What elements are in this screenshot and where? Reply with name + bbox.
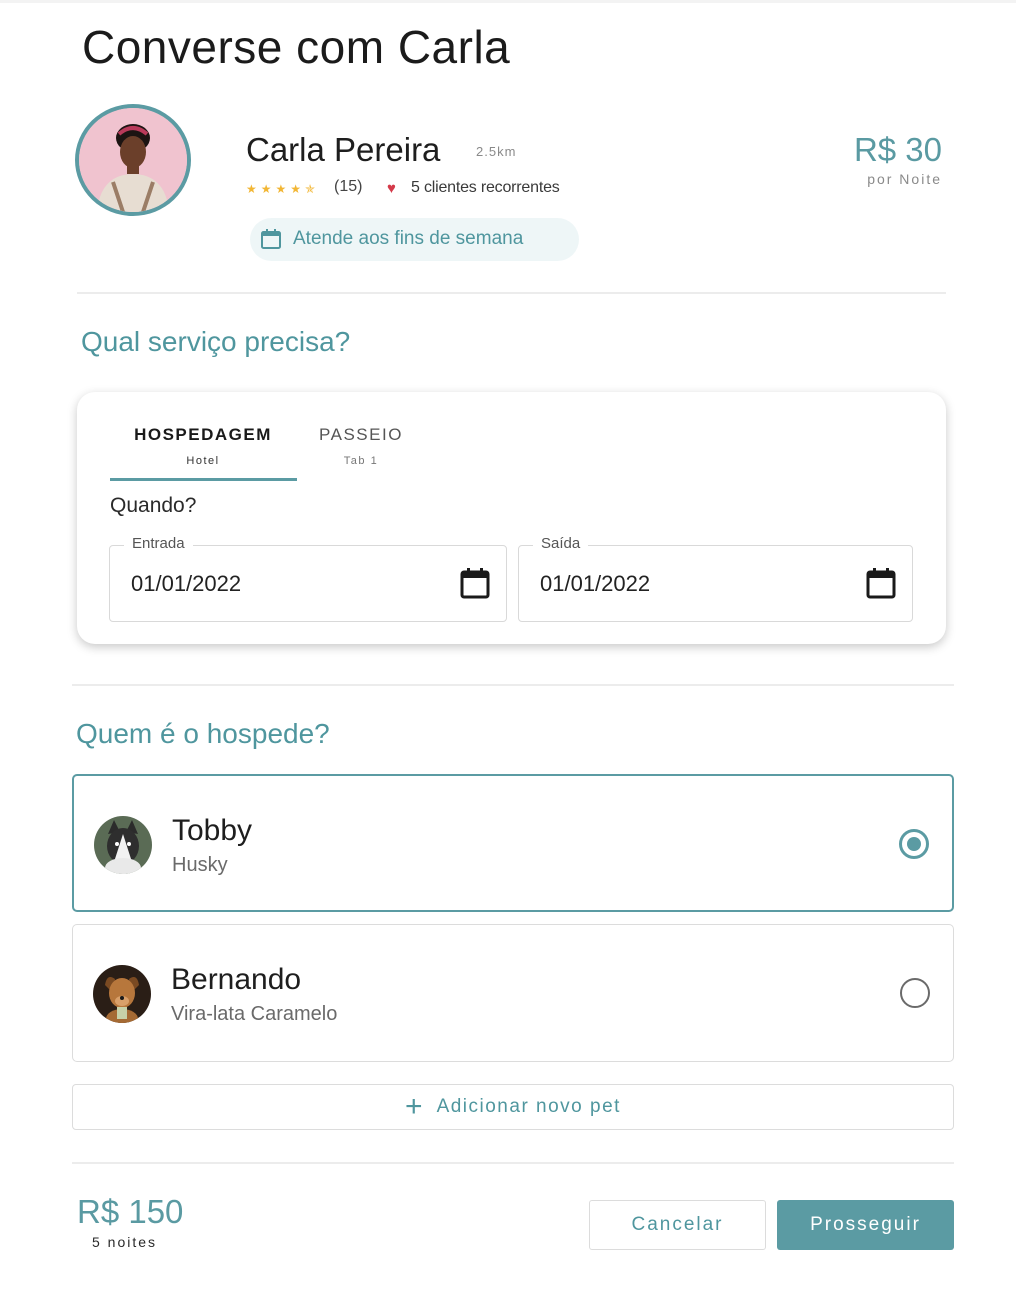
rating-stars-icon: ★★★★✯: [246, 182, 320, 196]
pet-option-bernando[interactable]: Bernando Vira-lata Caramelo: [72, 924, 954, 1062]
checkin-date-field[interactable]: Entrada 01/01/2022: [109, 535, 507, 622]
tab-passeio[interactable]: PASSEIO Tab 1: [307, 425, 415, 467]
sitter-avatar: [75, 104, 191, 216]
active-tab-indicator: [110, 478, 297, 481]
plus-icon: +: [405, 1090, 423, 1123]
pet-breed: Husky: [172, 854, 228, 876]
divider: [72, 1162, 954, 1164]
pet-breed: Vira-lata Caramelo: [171, 1003, 338, 1025]
heart-icon: ♥: [387, 180, 396, 197]
calendar-icon[interactable]: [460, 567, 490, 599]
pet-avatar: [93, 965, 151, 1023]
service-heading: Qual serviço precisa?: [81, 326, 351, 357]
pet-name: Tobby: [172, 814, 253, 847]
tab-sublabel: Tab 1: [343, 455, 379, 467]
review-count: (15): [334, 178, 363, 195]
sitter-distance: 2.5km: [476, 144, 517, 159]
tab-hospedagem[interactable]: HOSPEDAGEM Hotel: [110, 425, 296, 467]
tab-label: HOSPEDAGEM: [134, 425, 272, 444]
tab-label: PASSEIO: [319, 425, 403, 444]
pet-radio-selected[interactable]: [899, 829, 929, 859]
pet-avatar: [94, 816, 152, 874]
when-label: Quando?: [110, 494, 197, 517]
checkout-label: Saída: [533, 535, 589, 552]
pet-radio-unselected[interactable]: [900, 978, 930, 1008]
recurring-clients: 5 clientes recorrentes: [411, 179, 560, 196]
add-pet-label: Adicionar novo pet: [436, 1096, 621, 1117]
price-per-night: R$ 30: [853, 131, 942, 168]
add-pet-button[interactable]: + Adicionar novo pet: [72, 1084, 954, 1130]
cancel-button[interactable]: Cancelar: [589, 1200, 766, 1250]
tab-sublabel: Hotel: [186, 455, 220, 467]
checkout-value: 01/01/2022: [540, 571, 651, 596]
checkin-label: Entrada: [124, 535, 193, 552]
calendar-icon: [261, 229, 281, 249]
availability-label: Atende aos fins de semana: [293, 228, 524, 249]
sitter-name: Carla Pereira: [246, 131, 441, 168]
pet-option-tobby[interactable]: Tobby Husky: [72, 774, 954, 912]
checkin-value: 01/01/2022: [131, 571, 242, 596]
divider: [77, 292, 946, 294]
continue-button[interactable]: Prosseguir: [777, 1200, 954, 1250]
divider: [72, 684, 954, 686]
price-unit: por Noite: [867, 171, 942, 187]
calendar-icon[interactable]: [866, 567, 896, 599]
top-border: [0, 0, 1016, 3]
checkout-date-field[interactable]: Saída 01/01/2022: [518, 535, 913, 622]
pet-name: Bernando: [171, 963, 302, 996]
service-card: HOSPEDAGEM Hotel PASSEIO Tab 1 Quando? E…: [77, 392, 946, 644]
guests-heading: Quem é o hospede?: [76, 718, 330, 749]
page-title: Converse com Carla: [82, 21, 511, 73]
nights-count: 5 noites: [92, 1234, 158, 1250]
total-price: R$ 150: [77, 1193, 184, 1230]
